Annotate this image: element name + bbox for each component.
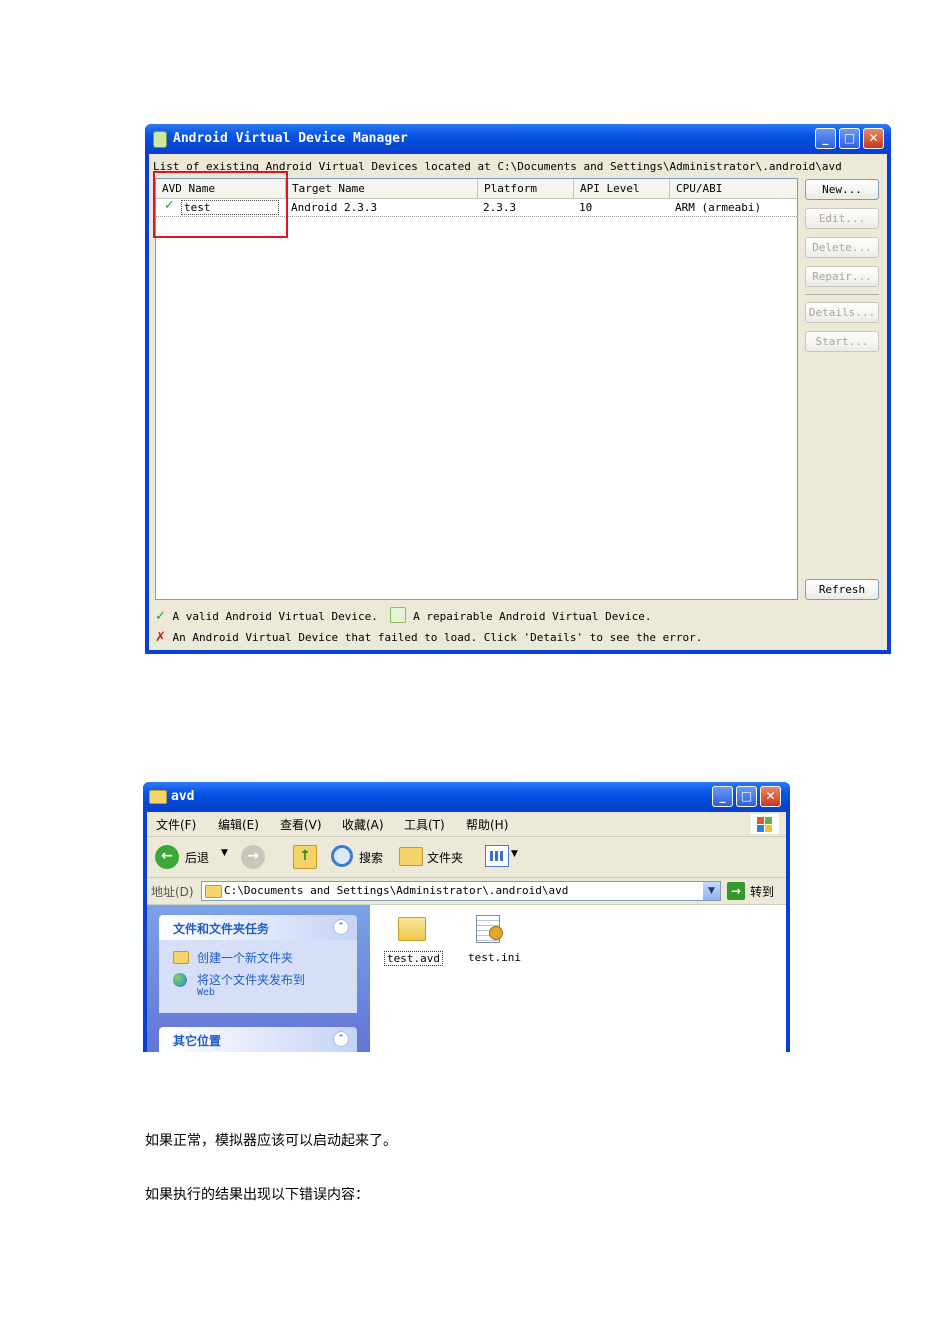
legend-valid: ✓ A valid Android Virtual Device. A repa… [155,607,652,624]
address-label: 地址(D) [151,885,194,899]
file-tasks-panel: 文件和文件夹任务 ⌃ 创建一个新文件夹 将这个文件夹发布到 Web [159,915,357,1013]
go-arrow-icon[interactable]: → [727,882,745,900]
cpu-abi-cell: ARM (armeabi) [675,201,762,214]
column-header-target-name[interactable]: Target Name [286,179,478,198]
error-x-icon: ✗ [155,630,166,645]
views-icon[interactable] [485,845,509,867]
collapse-icon[interactable]: ⌃ [333,919,349,935]
folder-icon [205,885,222,898]
legend-valid-text: A valid Android Virtual Device. [172,610,378,623]
menu-file[interactable]: 文件(F) [156,816,196,833]
target-name-cell: Android 2.3.3 [291,201,378,214]
globe-icon [173,973,187,987]
legend-failed: ✗ An Android Virtual Device that failed … [155,630,702,646]
legend-failed-text: An Android Virtual Device that failed to… [172,631,703,644]
file-tasks-title: 文件和文件夹任务 [173,922,270,936]
menu-bar: 文件(F) 编辑(E) 查看(V) 收藏(A) 工具(T) 帮助(H) [147,812,786,837]
search-icon[interactable] [331,845,353,867]
toolbar: ← 后退 ▼ → ↑ 搜索 文件夹 ▼ [147,837,786,878]
column-header-api-level[interactable]: API Level [574,179,670,198]
go-button-label[interactable]: 转到 [750,883,774,900]
settings-file-icon [476,915,503,943]
task-publish-web[interactable]: Web [197,987,215,998]
close-button[interactable]: ✕ [760,786,781,807]
file-name: test.ini [468,951,521,964]
explorer-titlebar[interactable]: avd _ □ ✕ [143,782,790,812]
file-name: test.avd [384,951,443,966]
paragraph-2: 如果执行的结果出现以下错误内容： [145,1187,369,1203]
delete-button[interactable]: Delete... [805,237,879,258]
menu-tools[interactable]: 工具(T) [404,816,445,833]
valid-check-icon: ✓ [155,609,166,624]
task-create-folder[interactable]: 创建一个新文件夹 [197,949,293,966]
minimize-button[interactable]: _ [712,786,733,807]
new-folder-icon [173,951,189,964]
file-tasks-header[interactable]: 文件和文件夹任务 ⌃ [159,915,357,940]
folders-icon[interactable] [399,847,423,866]
other-places-header[interactable]: 其它位置 ⌃ [159,1027,357,1052]
column-header-cpu-abi[interactable]: CPU/ABI [670,179,797,198]
edit-button[interactable]: Edit... [805,208,879,229]
new-button[interactable]: New... [805,179,879,200]
legend-repairable-text: A repairable Android Virtual Device. [413,610,652,623]
other-places-title: 其它位置 [173,1034,222,1048]
folders-button-label[interactable]: 文件夹 [427,849,463,866]
explorer-title: avd [171,789,195,804]
forward-arrow-icon[interactable]: → [241,845,265,869]
avd-table[interactable]: AVD Name Target Name Platform API Level … [155,178,798,600]
task-publish-folder[interactable]: 将这个文件夹发布到 [197,971,305,988]
task-pane: 文件和文件夹任务 ⌃ 创建一个新文件夹 将这个文件夹发布到 Web 其它位置 ⌃ [147,905,370,1052]
up-folder-icon[interactable]: ↑ [293,845,317,869]
highlight-box [153,171,288,238]
paragraph-1: 如果正常，模拟器应该可以启动起来了。 [145,1133,397,1149]
collapse-icon[interactable]: ⌃ [333,1031,349,1047]
repair-button[interactable]: Repair... [805,266,879,287]
views-dropdown-icon[interactable]: ▼ [511,849,518,859]
menu-help[interactable]: 帮助(H) [466,816,508,833]
android-app-icon [153,131,167,148]
search-button-label[interactable]: 搜索 [359,849,383,866]
maximize-button[interactable]: □ [736,786,757,807]
maximize-button[interactable]: □ [839,128,860,149]
file-item[interactable]: test.ini [462,913,522,973]
back-button-label[interactable]: 后退 [185,849,209,866]
avd-manager-titlebar[interactable]: Android Virtual Device Manager _ □ ✕ [145,124,891,154]
api-level-cell: 10 [579,201,593,214]
address-bar: 地址(D) C:\Documents and Settings\Administ… [147,878,786,905]
refresh-button[interactable]: Refresh [805,579,879,600]
minimize-button[interactable]: _ [815,128,836,149]
chevron-down-icon[interactable]: ▼ [703,882,720,900]
file-area[interactable]: test.avd test.ini [370,905,786,1052]
platform-cell: 2.3.3 [483,201,517,214]
folder-icon [149,790,167,804]
avd-manager-title: Android Virtual Device Manager [173,131,408,146]
start-button[interactable]: Start... [805,331,879,352]
column-header-platform[interactable]: Platform [478,179,574,198]
address-input[interactable]: C:\Documents and Settings\Administrator\… [201,881,721,901]
explorer-client: 文件(F) 编辑(E) 查看(V) 收藏(A) 工具(T) 帮助(H) ← 后退… [147,812,786,1052]
chevron-down-icon[interactable]: ▼ [221,848,228,858]
details-button[interactable]: Details... [805,302,879,323]
repairable-icon [390,607,407,623]
explorer-window: avd _ □ ✕ 文件(F) 编辑(E) 查看(V) 收藏(A) 工具(T) … [143,782,790,1052]
back-arrow-icon[interactable]: ← [155,845,179,869]
file-item[interactable]: test.avd [382,913,443,973]
avd-manager-window: Android Virtual Device Manager _ □ ✕ Lis… [145,124,891,654]
avd-manager-client: List of existing Android Virtual Devices… [149,154,887,650]
folder-icon [398,917,426,941]
close-button[interactable]: ✕ [863,128,884,149]
menu-edit[interactable]: 编辑(E) [218,816,259,833]
button-separator [805,294,879,295]
windows-logo-icon [751,814,779,834]
address-value: C:\Documents and Settings\Administrator\… [224,884,569,897]
menu-view[interactable]: 查看(V) [280,816,322,833]
menu-favorites[interactable]: 收藏(A) [342,816,384,833]
